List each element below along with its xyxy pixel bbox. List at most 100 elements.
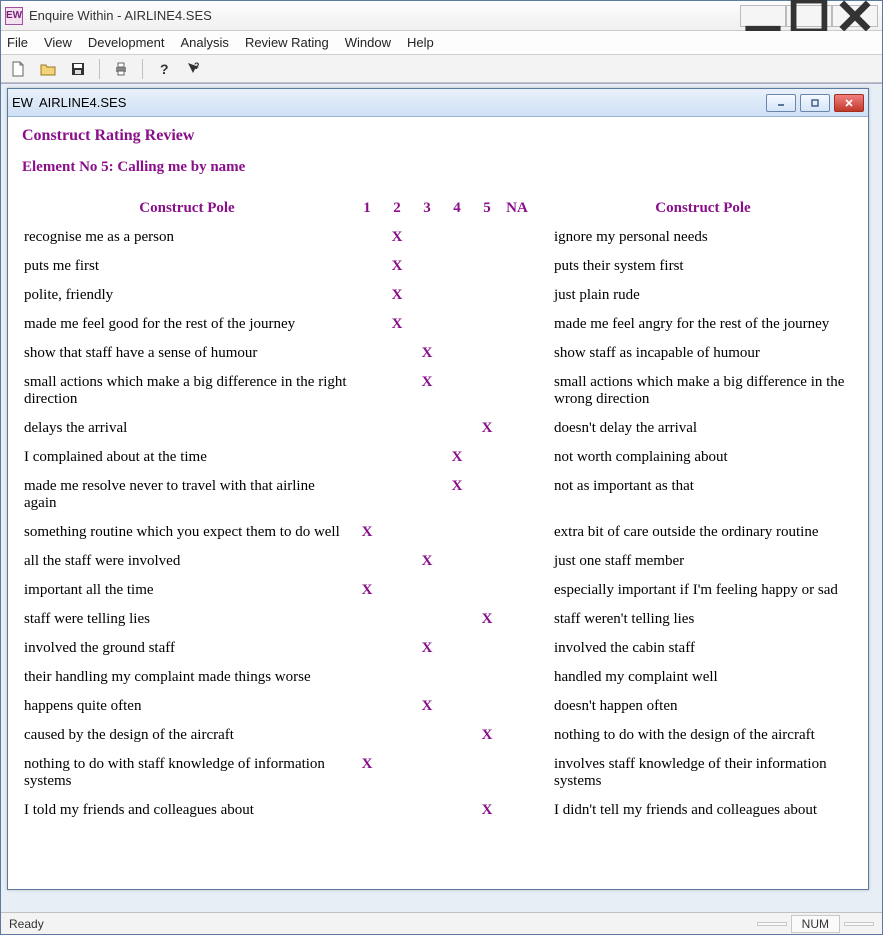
rating-cell[interactable] xyxy=(412,443,442,472)
rating-cell[interactable] xyxy=(472,518,502,547)
rating-cell[interactable] xyxy=(442,339,472,368)
rating-cell[interactable] xyxy=(442,796,472,825)
rating-cell-na[interactable] xyxy=(502,443,532,472)
minimize-button[interactable] xyxy=(740,5,786,27)
menu-item-window[interactable]: Window xyxy=(345,35,391,50)
rating-cell[interactable] xyxy=(382,414,412,443)
rating-cell[interactable]: X xyxy=(472,414,502,443)
rating-cell[interactable]: X xyxy=(352,576,382,605)
rating-cell[interactable] xyxy=(442,281,472,310)
rating-cell[interactable] xyxy=(382,576,412,605)
rating-cell[interactable] xyxy=(472,310,502,339)
menu-item-file[interactable]: File xyxy=(7,35,28,50)
rating-cell[interactable] xyxy=(352,414,382,443)
rating-cell[interactable] xyxy=(412,721,442,750)
rating-cell[interactable] xyxy=(472,576,502,605)
rating-cell[interactable]: X xyxy=(472,721,502,750)
rating-cell[interactable] xyxy=(412,663,442,692)
rating-cell[interactable] xyxy=(442,310,472,339)
rating-cell[interactable]: X xyxy=(352,750,382,796)
rating-cell[interactable]: X xyxy=(382,223,412,252)
rating-cell[interactable] xyxy=(412,223,442,252)
rating-cell-na[interactable] xyxy=(502,368,532,414)
rating-cell-na[interactable] xyxy=(502,605,532,634)
rating-cell[interactable] xyxy=(382,663,412,692)
rating-cell[interactable] xyxy=(472,281,502,310)
child-maximize-button[interactable] xyxy=(800,94,830,112)
rating-cell[interactable] xyxy=(352,605,382,634)
rating-cell-na[interactable] xyxy=(502,750,532,796)
rating-cell[interactable] xyxy=(412,414,442,443)
rating-cell[interactable] xyxy=(382,547,412,576)
rating-cell[interactable] xyxy=(472,443,502,472)
rating-cell[interactable]: X xyxy=(382,281,412,310)
rating-cell-na[interactable] xyxy=(502,547,532,576)
rating-cell[interactable] xyxy=(352,796,382,825)
rating-cell-na[interactable] xyxy=(502,414,532,443)
rating-cell[interactable] xyxy=(412,605,442,634)
child-minimize-button[interactable] xyxy=(766,94,796,112)
help-icon[interactable]: ? xyxy=(153,58,175,80)
menu-item-view[interactable]: View xyxy=(44,35,72,50)
rating-cell[interactable] xyxy=(472,547,502,576)
rating-cell-na[interactable] xyxy=(502,472,532,518)
rating-cell-na[interactable] xyxy=(502,663,532,692)
rating-cell[interactable] xyxy=(352,252,382,281)
rating-cell[interactable]: X xyxy=(442,443,472,472)
rating-cell[interactable] xyxy=(442,368,472,414)
rating-cell[interactable] xyxy=(382,368,412,414)
rating-cell[interactable] xyxy=(472,368,502,414)
rating-cell[interactable] xyxy=(382,518,412,547)
rating-cell[interactable] xyxy=(382,692,412,721)
menu-item-development[interactable]: Development xyxy=(88,35,165,50)
rating-cell[interactable] xyxy=(412,750,442,796)
rating-cell[interactable] xyxy=(472,339,502,368)
menu-item-review-rating[interactable]: Review Rating xyxy=(245,35,329,50)
rating-cell[interactable] xyxy=(442,750,472,796)
rating-cell[interactable] xyxy=(442,605,472,634)
rating-cell[interactable] xyxy=(412,518,442,547)
rating-cell[interactable] xyxy=(412,796,442,825)
rating-cell[interactable] xyxy=(412,252,442,281)
rating-cell[interactable] xyxy=(472,634,502,663)
rating-cell[interactable] xyxy=(382,339,412,368)
rating-cell[interactable] xyxy=(352,721,382,750)
menu-item-analysis[interactable]: Analysis xyxy=(181,35,229,50)
titlebar[interactable]: EW Enquire Within - AIRLINE4.SES xyxy=(1,1,882,31)
rating-cell[interactable] xyxy=(352,223,382,252)
new-file-icon[interactable] xyxy=(7,58,29,80)
rating-cell-na[interactable] xyxy=(502,518,532,547)
rating-cell[interactable]: X xyxy=(442,472,472,518)
menu-item-help[interactable]: Help xyxy=(407,35,434,50)
rating-cell[interactable] xyxy=(442,692,472,721)
print-icon[interactable] xyxy=(110,58,132,80)
maximize-button[interactable] xyxy=(786,5,832,27)
rating-cell[interactable] xyxy=(352,692,382,721)
rating-cell[interactable]: X xyxy=(382,310,412,339)
rating-cell[interactable]: X xyxy=(412,547,442,576)
rating-cell-na[interactable] xyxy=(502,339,532,368)
rating-cell[interactable] xyxy=(352,663,382,692)
rating-cell-na[interactable] xyxy=(502,576,532,605)
rating-cell[interactable] xyxy=(442,721,472,750)
rating-cell[interactable]: X xyxy=(412,692,442,721)
rating-cell[interactable]: X xyxy=(352,518,382,547)
rating-cell[interactable] xyxy=(352,339,382,368)
rating-cell[interactable] xyxy=(382,443,412,472)
rating-cell[interactable] xyxy=(412,281,442,310)
rating-cell[interactable] xyxy=(352,310,382,339)
rating-cell[interactable] xyxy=(412,310,442,339)
rating-cell[interactable] xyxy=(442,663,472,692)
child-titlebar[interactable]: EW AIRLINE4.SES xyxy=(8,89,868,117)
close-button[interactable] xyxy=(832,5,878,27)
rating-cell[interactable] xyxy=(382,721,412,750)
rating-cell[interactable]: X xyxy=(412,634,442,663)
rating-cell[interactable] xyxy=(352,472,382,518)
rating-cell[interactable] xyxy=(382,750,412,796)
rating-cell-na[interactable] xyxy=(502,310,532,339)
rating-cell[interactable] xyxy=(442,252,472,281)
rating-cell[interactable] xyxy=(442,518,472,547)
rating-cell[interactable] xyxy=(472,750,502,796)
rating-cell[interactable] xyxy=(382,634,412,663)
rating-cell[interactable]: X xyxy=(472,605,502,634)
